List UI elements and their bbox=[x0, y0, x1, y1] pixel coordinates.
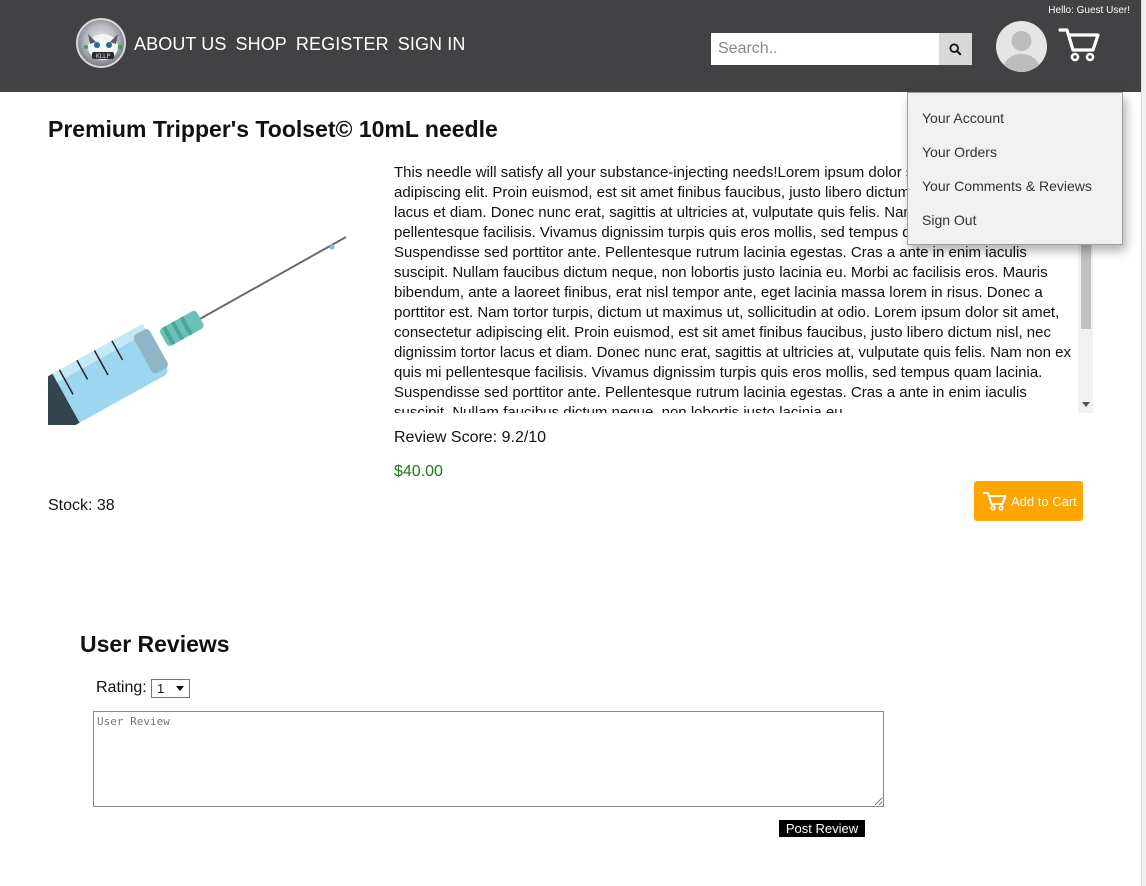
product-price: $40.00 bbox=[394, 463, 443, 480]
menu-item-sign-out[interactable]: Sign Out bbox=[922, 212, 976, 228]
rating-selected-value: 1 bbox=[157, 681, 165, 696]
cart-icon bbox=[983, 492, 1007, 511]
product-image bbox=[48, 235, 348, 425]
rating-label: Rating: bbox=[96, 679, 147, 696]
user-avatar-icon bbox=[1003, 31, 1040, 72]
scroll-down-arrow-icon[interactable] bbox=[1082, 402, 1090, 407]
menu-item-your-orders[interactable]: Your Orders bbox=[922, 144, 997, 160]
add-to-cart-button[interactable]: Add to Cart bbox=[974, 481, 1083, 521]
add-to-cart-label: Add to Cart bbox=[1011, 493, 1077, 509]
svg-text:KLLP: KLLP bbox=[96, 53, 111, 60]
review-score: Review Score: 9.2/10 bbox=[394, 429, 547, 446]
post-review-button[interactable]: Post Review bbox=[779, 820, 865, 837]
search-bar bbox=[711, 33, 972, 65]
page-scrollbar[interactable] bbox=[1141, 0, 1146, 886]
rating-select[interactable]: 1 bbox=[151, 679, 190, 698]
syringe-image bbox=[48, 236, 347, 425]
nav-sign-in[interactable]: SIGN IN bbox=[398, 34, 466, 55]
search-icon bbox=[949, 42, 962, 56]
product-title: Premium Tripper's Toolset© 10mL needle bbox=[48, 116, 498, 142]
logo-mascot-icon: KLLP bbox=[84, 34, 122, 60]
menu-item-comments-reviews[interactable]: Your Comments & Reviews bbox=[922, 178, 1092, 194]
greeting-text: Hello: Guest User! bbox=[1048, 5, 1130, 16]
search-input[interactable] bbox=[711, 33, 940, 65]
chevron-down-icon bbox=[176, 686, 184, 691]
user-avatar-button[interactable] bbox=[996, 21, 1047, 72]
site-logo[interactable]: KLLP bbox=[76, 18, 126, 68]
cart-icon bbox=[1058, 28, 1100, 62]
nav-about-us[interactable]: ABOUT US bbox=[134, 34, 227, 55]
reviews-heading: User Reviews bbox=[80, 631, 230, 657]
stock-count: Stock: 38 bbox=[48, 497, 115, 514]
search-button[interactable] bbox=[939, 33, 972, 65]
nav-register[interactable]: REGISTER bbox=[296, 34, 389, 55]
cart-button[interactable] bbox=[1058, 26, 1100, 62]
main-nav: ABOUT US SHOP REGISTER SIGN IN bbox=[134, 34, 465, 55]
menu-item-your-account[interactable]: Your Account bbox=[922, 110, 1004, 126]
user-review-textarea[interactable] bbox=[93, 711, 884, 807]
site-header: KLLP ABOUT US SHOP REGISTER SIGN IN Hell… bbox=[0, 0, 1141, 92]
user-menu-dropdown: Your Account Your Orders Your Comments &… bbox=[907, 92, 1123, 245]
nav-shop[interactable]: SHOP bbox=[236, 34, 287, 55]
